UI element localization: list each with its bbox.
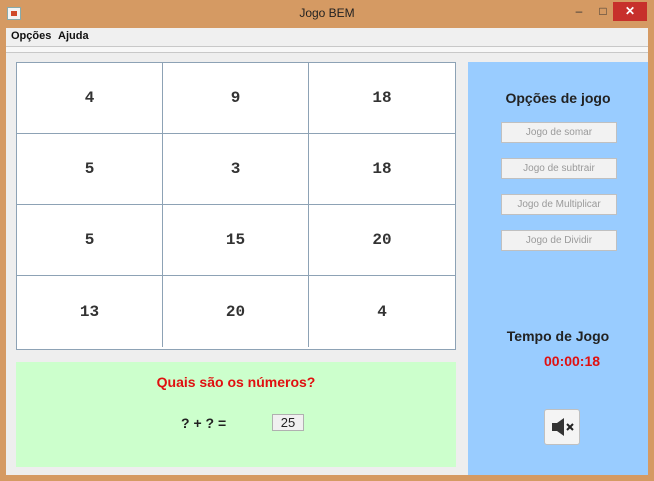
sum-game-button[interactable]: Jogo de somar — [501, 122, 617, 143]
sound-toggle-button[interactable] — [544, 409, 580, 445]
maximize-button[interactable]: □ — [592, 2, 614, 21]
timer-title: Tempo de Jogo — [506, 328, 610, 344]
options-title: Opções de jogo — [505, 90, 611, 106]
minimize-button[interactable]: – — [568, 2, 590, 21]
grid-cell[interactable]: 18 — [309, 134, 455, 205]
grid-cell[interactable]: 5 — [17, 134, 163, 205]
window-title: Jogo BEM — [299, 6, 355, 20]
grid-cell[interactable]: 4 — [309, 276, 455, 347]
main-content: 4 9 18 5 3 18 5 15 20 13 20 4 Quais são … — [6, 46, 648, 475]
close-button[interactable]: ✕ — [613, 2, 647, 21]
toolbar-separator — [6, 46, 648, 53]
grid-cell[interactable]: 18 — [309, 63, 455, 134]
number-grid: 4 9 18 5 3 18 5 15 20 13 20 4 — [16, 62, 456, 350]
grid-cell[interactable]: 20 — [309, 205, 455, 276]
speaker-mute-icon — [552, 418, 574, 436]
question-title: Quais são os números? — [156, 374, 316, 390]
grid-cell[interactable]: 5 — [17, 205, 163, 276]
subtract-game-button[interactable]: Jogo de subtrair — [501, 158, 617, 179]
grid-cell[interactable]: 15 — [163, 205, 309, 276]
multiply-game-button[interactable]: Jogo de Multiplicar — [501, 194, 617, 215]
timer-value: 00:00:18 — [544, 353, 601, 369]
question-equation: ? + ? = — [181, 415, 227, 431]
title-bar: Jogo BEM – □ ✕ — [0, 0, 654, 27]
grid-cell[interactable]: 9 — [163, 63, 309, 134]
menu-bar: Opções Ajuda — [6, 28, 648, 46]
app-window: Jogo BEM – □ ✕ Opções Ajuda 4 9 18 5 3 1… — [0, 0, 654, 481]
menu-opcoes[interactable]: Opções — [11, 30, 51, 42]
grid-cell[interactable]: 4 — [17, 63, 163, 134]
grid-cell[interactable]: 20 — [163, 276, 309, 347]
options-panel: Opções de jogo Jogo de somar Jogo de sub… — [468, 62, 648, 475]
answer-field: 25 — [272, 414, 304, 431]
grid-cell[interactable]: 13 — [17, 276, 163, 347]
question-panel: Quais são os números? ? + ? = 25 — [16, 362, 456, 467]
menu-ajuda[interactable]: Ajuda — [58, 30, 89, 42]
divide-game-button[interactable]: Jogo de Dividir — [501, 230, 617, 251]
grid-cell[interactable]: 3 — [163, 134, 309, 205]
